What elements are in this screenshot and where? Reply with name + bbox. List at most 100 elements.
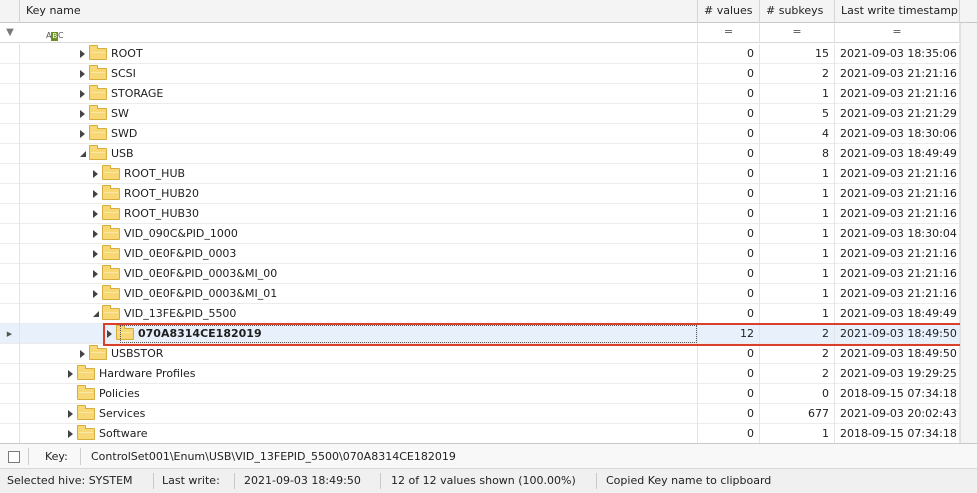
key-name-cell[interactable]: VID_0E0F&PID_0003&MI_00: [20, 264, 698, 284]
table-row[interactable]: STORAGE 0 1 2021-09-03 21:21:16: [0, 84, 977, 104]
folder-icon: [102, 285, 120, 300]
table-row[interactable]: ROOT 0 15 2021-09-03 18:35:06: [0, 44, 977, 64]
folder-icon: [89, 345, 107, 360]
key-name-cell[interactable]: ROOT_HUB20: [20, 184, 698, 204]
subkeys-cell: 1: [760, 164, 835, 184]
table-row[interactable]: Software 0 1 2018-09-15 07:34:18: [0, 424, 977, 443]
key-name-cell[interactable]: ROOT: [20, 44, 698, 64]
column-header-timestamp[interactable]: Last write timestamp: [835, 0, 960, 23]
key-name-cell[interactable]: SWD: [20, 124, 698, 144]
timestamp-cell: 2021-09-03 18:49:50: [835, 324, 960, 344]
expand-arrow-icon[interactable]: [80, 130, 85, 138]
key-name-cell[interactable]: ROOT_HUB30: [20, 204, 698, 224]
key-name-cell[interactable]: VID_0E0F&PID_0003: [20, 244, 698, 264]
timestamp-cell: 2021-09-03 18:49:49: [835, 304, 960, 324]
key-name-cell[interactable]: SW: [20, 104, 698, 124]
expand-arrow-icon[interactable]: [80, 50, 85, 58]
expand-arrow-icon[interactable]: [93, 210, 98, 218]
collapse-arrow-icon[interactable]: [80, 151, 86, 157]
key-name-cell[interactable]: STORAGE: [20, 84, 698, 104]
expand-arrow-icon[interactable]: [107, 330, 112, 338]
expand-arrow-icon[interactable]: [68, 410, 73, 418]
key-name-cell[interactable]: VID_090C&PID_1000: [20, 224, 698, 244]
table-row[interactable]: ▶ 070A8314CE182019 12 2 2021-09-03 18:49:50: [0, 324, 977, 344]
divider: [234, 473, 235, 489]
row-indicator: [0, 44, 20, 64]
timestamp-cell: 2021-09-03 20:02:43: [835, 404, 960, 424]
table-row[interactable]: VID_0E0F&PID_0003&MI_00 0 1 2021-09-03 21:2…: [0, 264, 977, 284]
expand-arrow-icon[interactable]: [93, 250, 98, 258]
table-row[interactable]: VID_0E0F&PID_0003 0 1 2021-09-03 21:21:16: [0, 244, 977, 264]
key-name-cell[interactable]: Software: [20, 424, 698, 443]
table-row[interactable]: ROOT_HUB20 0 1 2021-09-03 21:21:16: [0, 184, 977, 204]
key-name-cell[interactable]: Hardware Profiles: [20, 364, 698, 384]
expand-arrow-icon[interactable]: [93, 270, 98, 278]
expand-arrow-icon[interactable]: [80, 350, 85, 358]
table-row[interactable]: USBSTOR 0 2 2021-09-03 18:49:50: [0, 344, 977, 364]
values-cell: 0: [698, 404, 760, 424]
collapse-arrow-icon[interactable]: [93, 311, 99, 317]
values-filter-cell[interactable]: =: [698, 23, 760, 42]
expand-arrow-icon[interactable]: [80, 70, 85, 78]
filter-pin-icon: ▼: [6, 27, 14, 38]
expand-arrow-icon[interactable]: [93, 290, 98, 298]
subkeys-cell: 2: [760, 344, 835, 364]
expand-arrow-icon[interactable]: [93, 190, 98, 198]
key-name-label: VID_0E0F&PID_0003&MI_00: [124, 267, 278, 280]
table-row[interactable]: VID_0E0F&PID_0003&MI_01 0 1 2021-09-03 21:2…: [0, 284, 977, 304]
table-row[interactable]: VID_090C&PID_1000 0 1 2021-09-03 18:30:04: [0, 224, 977, 244]
table-row[interactable]: ROOT_HUB 0 1 2021-09-03 21:21:16: [0, 164, 977, 184]
expand-arrow-icon[interactable]: [80, 90, 85, 98]
expand-arrow-icon[interactable]: [93, 230, 98, 238]
subkeys-cell: 1: [760, 84, 835, 104]
timestamp-cell: 2021-09-03 21:21:16: [835, 204, 960, 224]
key-name-cell[interactable]: SCSI: [20, 64, 698, 84]
key-name-cell[interactable]: 070A8314CE182019: [20, 324, 698, 344]
key-path-checkbox[interactable]: [8, 451, 20, 463]
values-cell: 0: [698, 224, 760, 244]
subkeys-cell: 5: [760, 104, 835, 124]
table-row[interactable]: VID_13FE&PID_5500 0 1 2021-09-03 18:49:49: [0, 304, 977, 324]
key-name-cell[interactable]: Services: [20, 404, 698, 424]
divider: [596, 473, 597, 489]
column-header-values[interactable]: # values: [698, 0, 760, 23]
vertical-scrollbar[interactable]: [960, 23, 977, 443]
values-cell: 0: [698, 424, 760, 443]
expand-arrow-icon[interactable]: [80, 110, 85, 118]
table-row[interactable]: Policies 0 0 2018-09-15 07:34:18: [0, 384, 977, 404]
table-row[interactable]: ROOT_HUB30 0 1 2021-09-03 21:21:16: [0, 204, 977, 224]
column-header-subkeys[interactable]: # subkeys: [760, 0, 835, 23]
key-name-label: Services: [99, 407, 146, 420]
table-row[interactable]: SW 0 5 2021-09-03 21:21:29: [0, 104, 977, 124]
subkeys-filter-cell[interactable]: =: [760, 23, 835, 42]
table-row[interactable]: Hardware Profiles 0 2 2021-09-03 19:29:25: [0, 364, 977, 384]
key-name-cell[interactable]: Policies: [20, 384, 698, 404]
timestamp-filter-cell[interactable]: =: [835, 23, 960, 42]
timestamp-cell: 2021-09-03 21:21:16: [835, 284, 960, 304]
timestamp-cell: 2021-09-03 21:21:16: [835, 244, 960, 264]
key-name-label: 070A8314CE182019: [138, 327, 262, 340]
key-name-cell[interactable]: VID_13FE&PID_5500: [20, 304, 698, 324]
expand-arrow-icon[interactable]: [93, 170, 98, 178]
folder-icon: [102, 205, 120, 220]
header-corner: [0, 0, 20, 23]
values-cell: 0: [698, 184, 760, 204]
key-name-cell[interactable]: VID_0E0F&PID_0003&MI_01: [20, 284, 698, 304]
key-name-filter-cell[interactable]: ABC: [20, 23, 698, 42]
timestamp-cell: 2021-09-03 19:29:25: [835, 364, 960, 384]
table-row[interactable]: SWD 0 4 2021-09-03 18:30:06: [0, 124, 977, 144]
key-name-cell[interactable]: USB: [20, 144, 698, 164]
table-row[interactable]: USB 0 8 2021-09-03 18:49:49: [0, 144, 977, 164]
expand-arrow-icon[interactable]: [68, 370, 73, 378]
table-row[interactable]: SCSI 0 2 2021-09-03 21:21:16: [0, 64, 977, 84]
last-write-label: Last write:: [162, 474, 220, 487]
row-indicator: [0, 244, 20, 264]
values-cell: 0: [698, 44, 760, 64]
values-cell: 0: [698, 84, 760, 104]
table-row[interactable]: Services 0 677 2021-09-03 20:02:43: [0, 404, 977, 424]
expand-arrow-icon[interactable]: [68, 430, 73, 438]
column-header-key-name[interactable]: Key name: [20, 0, 698, 23]
folder-icon: [89, 45, 107, 60]
key-name-cell[interactable]: ROOT_HUB: [20, 164, 698, 184]
key-name-cell[interactable]: USBSTOR: [20, 344, 698, 364]
